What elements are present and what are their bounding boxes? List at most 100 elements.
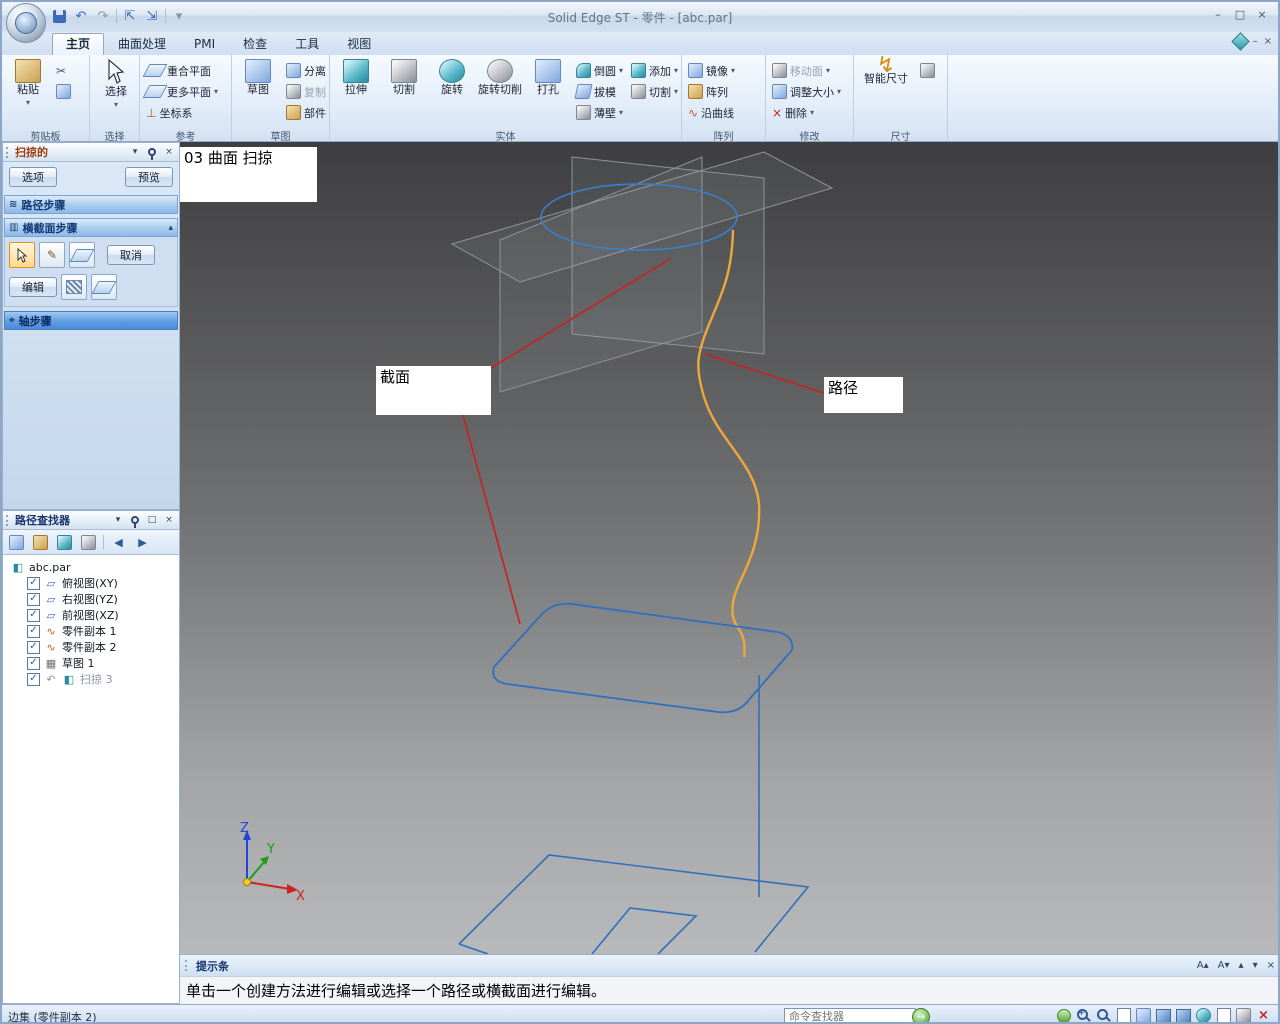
- tree-root[interactable]: ◧ abc.par: [5, 559, 177, 575]
- panel-dropdown-icon[interactable]: ▾: [111, 514, 125, 527]
- component-button[interactable]: 部件: [283, 103, 329, 122]
- detach-button[interactable]: 分离: [283, 61, 329, 80]
- checkbox[interactable]: ✓: [27, 672, 40, 686]
- tree-item-part-copy-2[interactable]: ✓ ∿ 零件副本 2: [5, 639, 177, 655]
- font-increase-icon[interactable]: A▴: [1195, 960, 1211, 971]
- application-menu-button[interactable]: [6, 3, 46, 43]
- checkbox[interactable]: ✓: [27, 640, 40, 654]
- redo-icon[interactable]: ↷: [94, 7, 112, 25]
- panel-grip[interactable]: [185, 960, 190, 971]
- draft-button[interactable]: 拔模: [573, 82, 626, 101]
- status-close-icon[interactable]: ×: [1255, 1007, 1272, 1022]
- round-button[interactable]: 倒圆 ▾: [573, 61, 626, 80]
- checkbox[interactable]: ✓: [27, 656, 40, 670]
- pathfinder-header[interactable]: 路径查找器 ▾ □ ×: [3, 511, 179, 530]
- tree-item-sketch-1[interactable]: ✓ ▦ 草图 1: [5, 655, 177, 671]
- coincident-plane-button[interactable]: 重合平面: [142, 61, 221, 80]
- library-icon[interactable]: [31, 533, 50, 552]
- path-step-bar[interactable]: ≋ 路径步骤: [4, 195, 178, 214]
- command-finder-go-icon[interactable]: →: [912, 1008, 930, 1022]
- title-bar[interactable]: ↶ ↷ ⇱ ⇲ ▾ Solid Edge ST - 零件 - [abc.par]…: [2, 2, 1278, 32]
- collapse-icon[interactable]: ▴: [168, 223, 173, 233]
- tree-item-sweep-3[interactable]: ✓ ↶ ◧ 扫掠 3: [5, 671, 177, 687]
- edit-button[interactable]: 编辑: [9, 277, 57, 297]
- preview-button[interactable]: 预览: [125, 167, 173, 187]
- section-rectangle-profile[interactable]: [492, 602, 794, 714]
- panel-close-icon[interactable]: ×: [162, 514, 176, 527]
- 3d-viewport[interactable]: Z Y X 03 曲面 扫掠 截面 路径: [180, 142, 1278, 955]
- tree-item-part-copy-1[interactable]: ✓ ∿ 零件副本 1: [5, 623, 177, 639]
- extrude-button[interactable]: 拉伸: [333, 57, 379, 127]
- reference-planes[interactable]: [450, 151, 834, 393]
- panel-close-icon[interactable]: ×: [162, 146, 176, 159]
- edit-definition-button[interactable]: [61, 274, 87, 300]
- checkbox[interactable]: ✓: [27, 608, 40, 622]
- cut-solid-button[interactable]: 切割: [381, 57, 427, 127]
- more-planes-button[interactable]: 更多平面 ▾: [142, 82, 221, 101]
- paste-button[interactable]: 粘贴 ▾: [5, 57, 51, 127]
- hole-button[interactable]: 打孔: [525, 57, 571, 127]
- close-button[interactable]: ×: [1252, 7, 1272, 23]
- revolved-cut-button[interactable]: 旋转切削: [477, 57, 523, 127]
- checkbox[interactable]: ✓: [27, 624, 40, 638]
- prompt-bar-header[interactable]: 提示条 A▴ A▾ ▴ ▾ ×: [180, 954, 1278, 976]
- font-decrease-icon[interactable]: A▾: [1216, 960, 1232, 971]
- coordinate-system-button[interactable]: ⊥ 坐标系: [143, 103, 221, 122]
- panel-grip[interactable]: [6, 514, 11, 526]
- customize-qat-icon[interactable]: ▾: [170, 7, 188, 25]
- thin-wall-button[interactable]: 薄壁 ▾: [573, 103, 626, 122]
- options-button[interactable]: 选项: [9, 167, 57, 187]
- edit-profile-button[interactable]: [91, 274, 117, 300]
- rotate-view-icon[interactable]: [1155, 1007, 1172, 1022]
- back-icon[interactable]: ◀: [109, 533, 128, 552]
- undo-icon[interactable]: ↶: [72, 7, 90, 25]
- sensors-icon[interactable]: [79, 533, 98, 552]
- tree-item-top-view[interactable]: ✓ ▱ 俯视图(XY): [5, 575, 177, 591]
- select-button[interactable]: 选择 ▾: [93, 57, 139, 127]
- mirror-button[interactable]: 镜像 ▾: [685, 61, 738, 80]
- save-icon[interactable]: [50, 7, 68, 25]
- layers-icon[interactable]: [55, 533, 74, 552]
- help-icon[interactable]: [1230, 32, 1250, 51]
- delete-button[interactable]: × 删除 ▾: [769, 103, 844, 122]
- move-face-button[interactable]: 移动面 ▾: [769, 61, 844, 80]
- prompt-close-icon[interactable]: ×: [1265, 960, 1277, 971]
- doc-close-button[interactable]: ×: [1264, 36, 1272, 47]
- copy-button[interactable]: [53, 82, 74, 101]
- copy-sketch-button[interactable]: 复制: [283, 82, 329, 101]
- lower-wireframe[interactable]: [458, 675, 810, 955]
- tree-item-right-view[interactable]: ✓ ▱ 右视图(YZ): [5, 591, 177, 607]
- smart-dimension-button[interactable]: ↯ 智能尺寸: [857, 55, 915, 127]
- tab-view[interactable]: 视图: [333, 33, 385, 55]
- window-layout-icon[interactable]: [1215, 1007, 1232, 1022]
- cut-mode-button[interactable]: 切割 ▾: [628, 82, 681, 101]
- panel-maximize-icon[interactable]: □: [145, 514, 159, 527]
- prompt-collapse-icon[interactable]: ▾: [1251, 960, 1260, 971]
- panel-grip[interactable]: [6, 146, 11, 158]
- select-section-button[interactable]: [9, 242, 35, 268]
- tab-inspect[interactable]: 检查: [229, 33, 281, 55]
- along-curve-button[interactable]: ∿ 沿曲线: [685, 103, 738, 122]
- panel-dropdown-icon[interactable]: ▾: [128, 146, 142, 159]
- tab-home[interactable]: 主页: [52, 33, 105, 55]
- section-plane-button[interactable]: [69, 242, 95, 268]
- cut-button[interactable]: ✂: [53, 61, 74, 80]
- maximize-button[interactable]: □: [1230, 7, 1250, 23]
- panel-pin-icon[interactable]: [128, 514, 142, 528]
- add-button[interactable]: 添加 ▾: [628, 61, 681, 80]
- pattern-button[interactable]: 阵列: [685, 82, 738, 101]
- resize-button[interactable]: 调整大小 ▾: [769, 82, 844, 101]
- tab-tools[interactable]: 工具: [281, 33, 333, 55]
- zoom-area-icon[interactable]: +: [1075, 1007, 1092, 1022]
- view-styles-icon[interactable]: [1195, 1007, 1212, 1022]
- sketch-button[interactable]: 草图: [235, 57, 281, 127]
- tree-item-front-view[interactable]: ✓ ▱ 前视图(XZ): [5, 607, 177, 623]
- axis-step-bar[interactable]: ⌖ 轴步骤: [4, 311, 178, 330]
- fit-view-icon[interactable]: [1115, 1007, 1132, 1022]
- zoom-icon[interactable]: [1095, 1007, 1112, 1022]
- flag-icon[interactable]: ⇲: [143, 7, 161, 25]
- command-finder-input[interactable]: [784, 1008, 916, 1022]
- pan-icon[interactable]: [1135, 1007, 1152, 1022]
- sweep-panel-header[interactable]: 扫掠的 ▾ ×: [3, 143, 179, 162]
- minimize-button[interactable]: –: [1208, 7, 1228, 23]
